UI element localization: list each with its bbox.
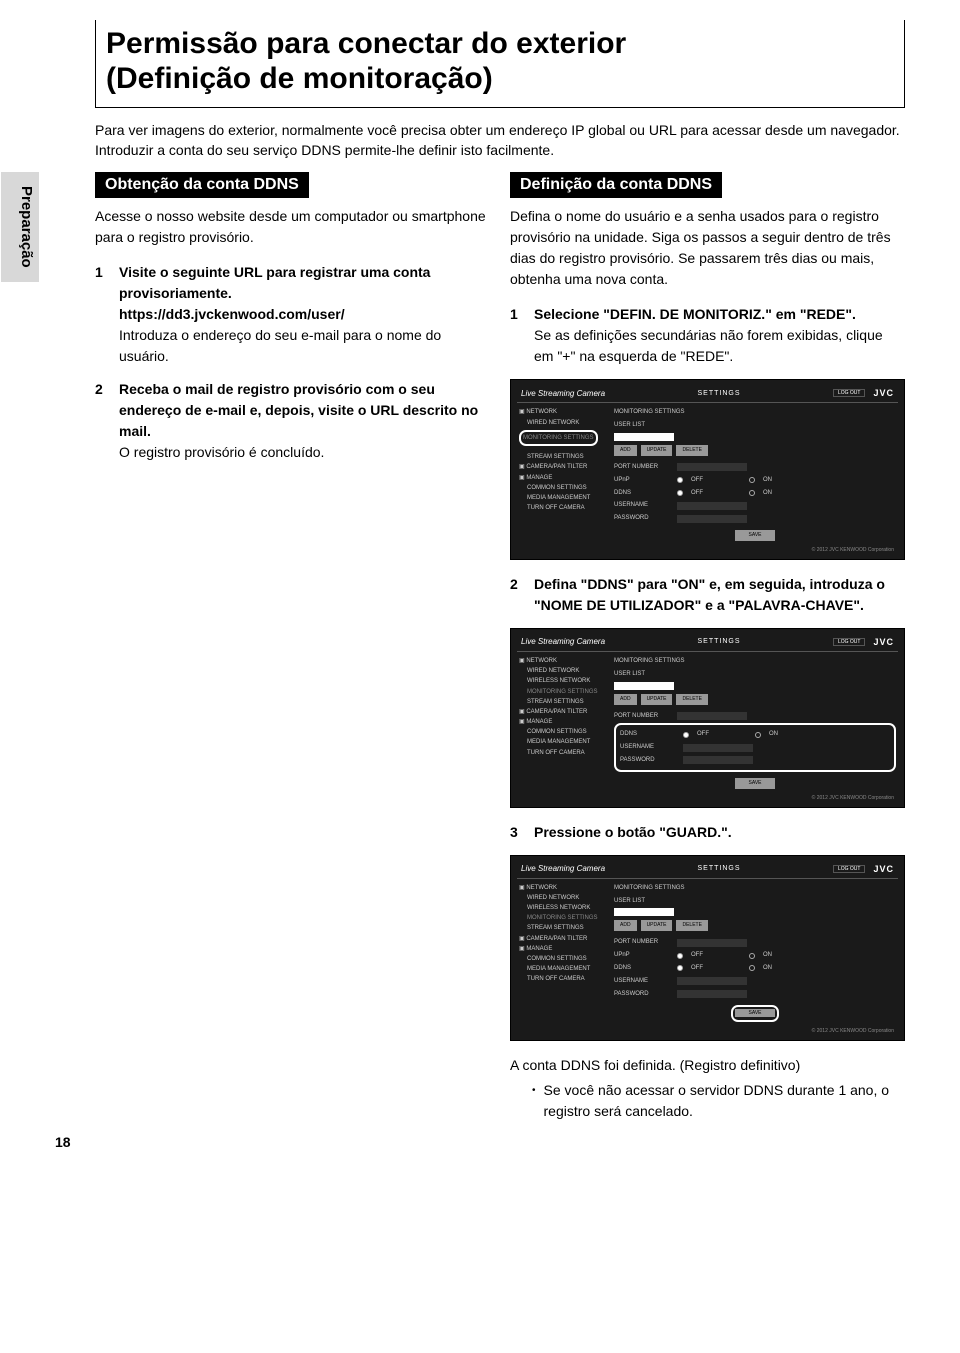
- step-number: 3: [510, 822, 524, 843]
- r-step-3-title: Pressione o botão "GUARD.".: [534, 822, 905, 843]
- r-step-1-title: Selecione "DEFIN. DE MONITORIZ." em "RED…: [534, 304, 905, 325]
- right-step-1: 1 Selecione "DEFIN. DE MONITORIZ." em "R…: [510, 304, 905, 367]
- left-column: Obtenção da conta DDNS Acesse o nosso we…: [95, 172, 490, 1122]
- ss-settings-label: SETTINGS: [698, 390, 741, 397]
- settings-screenshot-1: Live Streaming Camera SETTINGS LOG OUT J…: [510, 379, 905, 560]
- r-step-1-detail: Se as definições secundárias não forem e…: [534, 325, 905, 367]
- page-number: 18: [55, 1134, 71, 1150]
- ss-main-panel: MONITORING SETTINGS USER LIST ADD UPDATE…: [612, 403, 898, 545]
- step-1-detail: Introduza o endereço do seu e-mail para …: [119, 325, 490, 367]
- left-step-1: 1 Visite o seguinte URL para registrar u…: [95, 262, 490, 367]
- heading-define-ddns: Definição da conta DDNS: [510, 172, 722, 198]
- step-number: 2: [95, 379, 109, 463]
- settings-screenshot-2: Live Streaming Camera SETTINGS LOG OUT J…: [510, 628, 905, 808]
- ss-jvc-logo: JVC: [873, 388, 894, 398]
- bullet-icon: •: [532, 1080, 536, 1122]
- settings-screenshot-3: Live Streaming Camera SETTINGS LOG OUT J…: [510, 855, 905, 1041]
- ss-user-input: [614, 433, 674, 441]
- final-bullet: • Se você não acessar o servidor DDNS du…: [532, 1080, 905, 1122]
- ss-logout: LOG OUT: [833, 389, 866, 397]
- right-step-3: 3 Pressione o botão "GUARD.".: [510, 822, 905, 843]
- step-number: 1: [510, 304, 524, 367]
- side-tabs: Preparação: [1, 172, 39, 1122]
- intro-paragraph: Para ver imagens do exterior, normalment…: [95, 120, 905, 161]
- title-box: Permissão para conectar do exterior (Def…: [95, 20, 905, 108]
- bullet-text: Se você não acessar o servidor DDNS dura…: [544, 1080, 905, 1122]
- step-number: 2: [510, 574, 524, 616]
- right-column: Definição da conta DDNS Defina o nome do…: [510, 172, 905, 1122]
- heading-obtain-ddns: Obtenção da conta DDNS: [95, 172, 309, 198]
- r-step-2-title: Defina "DDNS" para "ON" e, em seguida, i…: [534, 574, 905, 616]
- title-line-2: (Definição de monitoração): [106, 62, 493, 95]
- right-step-2: 2 Defina "DDNS" para "ON" e, em seguida,…: [510, 574, 905, 616]
- step-2-detail: O registro provisório é concluído.: [119, 442, 490, 463]
- sidetab-preparacao: Preparação: [1, 172, 39, 282]
- ss-product: Live Streaming Camera: [521, 389, 605, 398]
- final-line: A conta DDNS foi definida. (Registro def…: [510, 1055, 905, 1076]
- step-1-title: Visite o seguinte URL para registrar uma…: [119, 262, 490, 304]
- title-line-1: Permissão para conectar do exterior: [106, 27, 626, 60]
- ss-sidebar: ▣ NETWORK WIRED NETWORK MONITORING SETTI…: [517, 403, 612, 545]
- left-intro: Acesse o nosso website desde um computad…: [95, 206, 490, 248]
- right-intro: Defina o nome do usuário e a senha usado…: [510, 206, 905, 290]
- left-step-2: 2 Receba o mail de registro provisório c…: [95, 379, 490, 463]
- step-1-url: https://dd3.jvckenwood.com/user/: [119, 304, 490, 325]
- step-number: 1: [95, 262, 109, 367]
- page-title: Permissão para conectar do exterior (Def…: [106, 26, 894, 97]
- step-2-title: Receba o mail de registro provisório com…: [119, 379, 490, 442]
